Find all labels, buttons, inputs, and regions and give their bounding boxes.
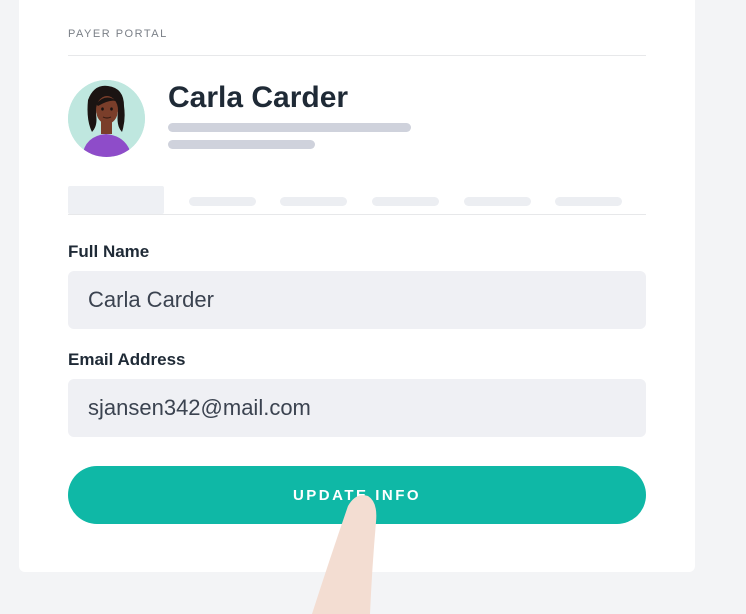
profile-detail-placeholder — [168, 140, 315, 149]
pointing-finger-icon — [312, 495, 377, 614]
person-avatar-icon — [68, 80, 145, 157]
tabs-divider — [68, 214, 646, 215]
full-name-label: Full Name — [68, 242, 150, 261]
avatar — [68, 80, 145, 157]
profile-subtitle-placeholder — [168, 123, 411, 132]
portal-label: PAYER PORTAL — [68, 28, 168, 40]
tab-placeholder[interactable] — [464, 197, 531, 206]
full-name-input[interactable] — [68, 271, 646, 329]
header-divider — [68, 55, 646, 56]
tab-placeholder[interactable] — [189, 197, 256, 206]
tab-placeholder[interactable] — [372, 197, 439, 206]
tab-active[interactable] — [68, 186, 164, 214]
email-input[interactable] — [68, 379, 646, 437]
profile-name: Carla Carder — [168, 81, 349, 114]
email-label: Email Address — [68, 350, 186, 369]
tab-placeholder[interactable] — [555, 197, 622, 206]
tab-placeholder[interactable] — [280, 197, 347, 206]
